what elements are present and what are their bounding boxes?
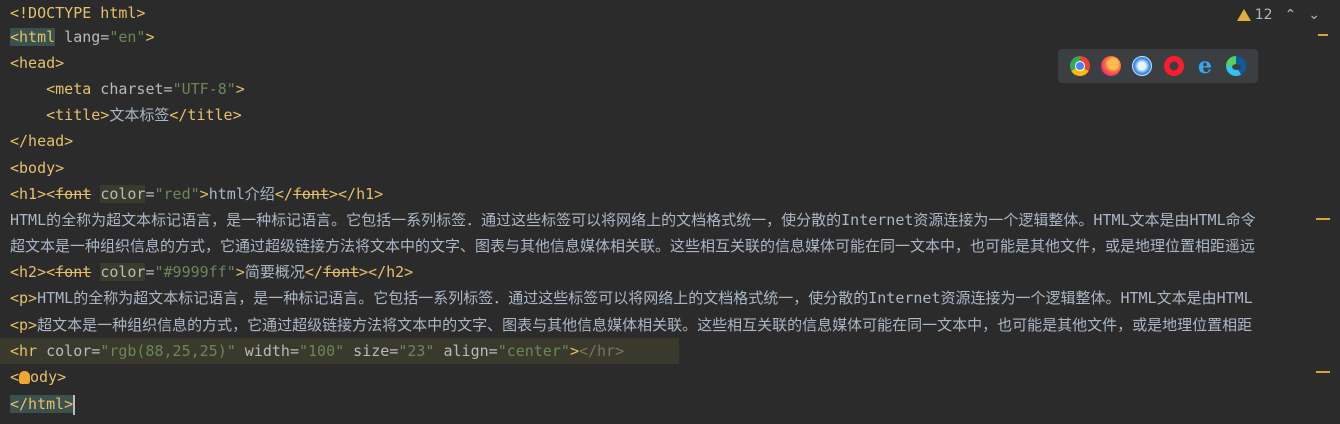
h1-text: html介绍 — [208, 185, 275, 203]
h1-close-tag: </h1> — [338, 185, 384, 203]
attr-value: "100" — [299, 342, 345, 360]
scroll-marker[interactable] — [1316, 218, 1330, 220]
title-close-tag: </title> — [169, 106, 242, 124]
chevron-up-icon[interactable]: ⌃ — [1285, 7, 1297, 23]
tag-bracket: > — [569, 342, 579, 360]
tag-bracket: < — [46, 263, 56, 281]
font-tag-deprecated: font — [55, 185, 92, 203]
code-line[interactable]: <title>文本标签</title> — [0, 102, 1330, 128]
code-line[interactable]: HTML的全称为超文本标记语言，是一种标记语言。它包括一系列标签．通过这些标签可… — [0, 207, 1330, 233]
tag-bracket: > — [235, 80, 245, 98]
attr-align: align= — [434, 342, 498, 360]
h2-open-tag: <h2> — [10, 263, 47, 281]
code-line[interactable]: <!DOCTYPE html> — [0, 0, 1330, 26]
inspection-widget[interactable]: 12 ⌃ ⌄ — [1236, 4, 1320, 26]
attr-value: "23" — [398, 342, 435, 360]
code-line[interactable]: </head> — [0, 128, 1330, 154]
intention-bulb-icon[interactable] — [19, 371, 31, 384]
code-line[interactable]: < ody> — [0, 364, 1330, 390]
tag-bracket: > — [199, 185, 209, 203]
attr-value: "en" — [109, 28, 146, 46]
browser-preview-popup: e — [1058, 49, 1258, 83]
scroll-marker[interactable] — [1318, 34, 1328, 36]
paragraph-text: HTML的全称为超文本标记语言，是一种标记语言。它包括一系列标签．通过这些标签可… — [10, 211, 1256, 229]
code-line-highlighted[interactable]: <hr color="rgb(88,25,25)" width="100" si… — [0, 338, 679, 364]
chrome-icon[interactable] — [1069, 56, 1090, 76]
body-open-tag: <body> — [10, 159, 65, 177]
code-line[interactable]: <p>超文本是一种组织信息的方式，它通过超级链接方法将文本中的文字、图表与其他信… — [0, 312, 1330, 338]
tag-bracket: > — [145, 28, 155, 46]
attr-color: color — [100, 185, 146, 203]
meta-tag: <meta — [46, 80, 92, 98]
text-caret — [73, 394, 76, 415]
h2-text: 简要概况 — [244, 263, 305, 281]
safari-icon[interactable] — [1132, 56, 1153, 76]
equals: = — [145, 185, 155, 203]
paragraph-text: 超文本是一种组织信息的方式，它通过超级链接方法将文本中的文字、图表与其他信息媒体… — [10, 237, 1256, 255]
h1-open-tag: <h1> — [10, 185, 47, 203]
attr-value: "UTF-8" — [172, 80, 236, 98]
doctype: <!DOCTYPE html> — [10, 4, 146, 22]
tag-bracket: </ — [274, 185, 293, 203]
warning-icon — [1236, 9, 1251, 21]
code-line[interactable]: 超文本是一种组织信息的方式，它通过超级链接方法将文本中的文字、图表与其他信息媒体… — [0, 233, 1330, 259]
body-close-tag: ody> — [30, 368, 67, 386]
scrollbar[interactable] — [1330, 0, 1340, 424]
font-close-deprecated: font — [322, 263, 360, 281]
tag-bracket: </ — [304, 263, 323, 281]
hr-close-tag-invalid: </hr> — [578, 342, 625, 360]
p-open-tag: <p> — [10, 316, 38, 334]
head-open-tag: <head> — [10, 54, 65, 72]
equals: = — [145, 263, 155, 281]
tag-bracket: > — [359, 263, 369, 281]
title-open-tag: <title> — [46, 106, 110, 124]
attr-lang: lang= — [55, 28, 110, 46]
attr-width: width= — [235, 342, 299, 360]
attr-charset: charset= — [91, 80, 173, 98]
attr-color: color — [100, 263, 146, 281]
warning-count: 12 — [1254, 7, 1273, 23]
attr-value: "#9999ff" — [154, 263, 236, 281]
title-text: 文本标签 — [109, 106, 170, 124]
h2-close-tag: </h2> — [368, 263, 414, 281]
font-tag-deprecated: font — [55, 263, 92, 281]
paragraph-text: HTML的全称为超文本标记语言，是一种标记语言。它包括一系列标签．通过这些标签可… — [37, 289, 1253, 307]
p-open-tag: <p> — [10, 289, 38, 307]
paragraph-text: 超文本是一种组织信息的方式，它通过超级链接方法将文本中的文字、图表与其他信息媒体… — [37, 316, 1253, 334]
tag-bracket: > — [329, 185, 339, 203]
attr-size: size= — [344, 342, 399, 360]
code-line[interactable]: <h2><font color="#9999ff">简要概况</font></h… — [0, 259, 1330, 285]
font-close-deprecated: font — [292, 185, 329, 203]
scroll-marker[interactable] — [1316, 371, 1330, 373]
code-line[interactable]: <h1><font color="red">html介绍</font></h1> — [0, 181, 1330, 207]
html-open-tag: <html — [10, 28, 56, 46]
tag-bracket: < — [46, 185, 56, 203]
code-line[interactable]: <p>HTML的全称为超文本标记语言，是一种标记语言。它包括一系列标签．通过这些… — [0, 285, 1330, 311]
head-close-tag: </head> — [10, 132, 74, 150]
attr-value: "rgb(88,25,25)" — [100, 342, 236, 360]
warning-counter[interactable]: 12 — [1236, 7, 1273, 23]
code-editor[interactable]: <!DOCTYPE html> <html lang="en"> <head> … — [0, 0, 1340, 424]
code-line[interactable]: </html> — [0, 391, 1330, 417]
edge-icon[interactable] — [1226, 56, 1247, 76]
internet-explorer-icon[interactable]: e — [1195, 55, 1215, 77]
opera-icon[interactable] — [1163, 56, 1184, 76]
tag-bracket: < — [10, 368, 20, 386]
code-line[interactable]: <html lang="en"> — [0, 24, 1330, 50]
attr-color: color= — [37, 342, 101, 360]
code-line[interactable]: <body> — [0, 155, 1330, 181]
hr-tag: <hr — [10, 342, 38, 360]
attr-value: "red" — [154, 185, 200, 203]
attr-value: "center" — [497, 342, 570, 360]
html-close-tag: </html> — [10, 395, 74, 413]
tag-bracket: > — [235, 263, 245, 281]
chevron-down-icon[interactable]: ⌄ — [1308, 7, 1320, 23]
firefox-icon[interactable] — [1100, 56, 1121, 76]
